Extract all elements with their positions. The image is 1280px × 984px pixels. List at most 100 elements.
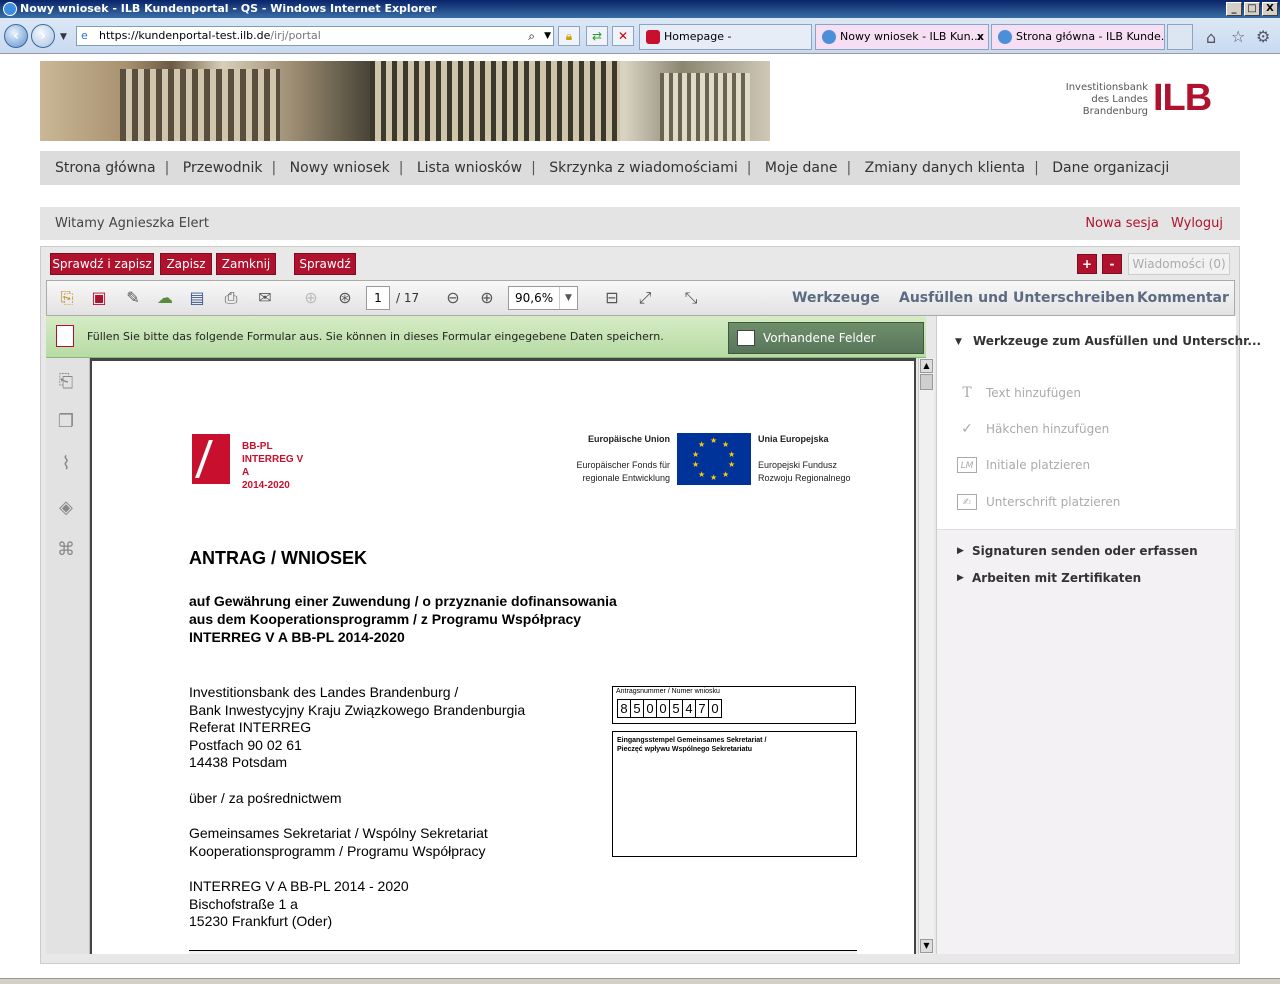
pdf-left-sidebar: ⎗ ❐ ⌇ ◈ ⌘	[46, 358, 90, 954]
nav-skrzynka[interactable]: Skrzynka z wiadomościami	[549, 160, 738, 176]
attachment-icon[interactable]: ⌇	[54, 452, 78, 476]
number-digit[interactable]: 7	[695, 699, 709, 718]
number-digit[interactable]: 5	[669, 699, 683, 718]
back-icon[interactable]: ‹	[4, 24, 28, 48]
close-button[interactable]: Zamknij	[216, 253, 276, 275]
page-thumbnails-icon[interactable]: ⎗	[54, 370, 78, 394]
nav-przewodnik[interactable]: Przewodnik	[183, 160, 263, 176]
compatibility-icon[interactable]: ⇄	[586, 26, 608, 46]
history-dropdown-icon[interactable]: ▼	[60, 32, 67, 42]
check-button[interactable]: Sprawdź	[294, 253, 356, 275]
new-session-link[interactable]: Nowa sesja	[1085, 216, 1159, 231]
ilb-logo[interactable]: ILB	[1153, 78, 1212, 118]
nav-nowy-wniosek[interactable]: Nowy wniosek	[290, 160, 390, 176]
send-signatures-section[interactable]: Signaturen senden oder erfassen	[972, 544, 1198, 558]
nav-strona-glowna[interactable]: Strona główna	[55, 160, 156, 176]
address-dropdown-icon[interactable]: ▼	[544, 27, 551, 45]
number-digit[interactable]: 4	[682, 699, 696, 718]
tab-nowy-wniosek[interactable]: Nowy wniosek - ILB Kun... x	[815, 24, 989, 50]
logout-link[interactable]: Wyloguj	[1171, 216, 1223, 231]
home-icon[interactable]: ⌂	[1206, 28, 1216, 47]
edit-icon[interactable]: ✎	[121, 287, 145, 309]
browser-nav-bar: ‹ › ▼ e https://kundenportal-test.ilb.de…	[0, 18, 1280, 54]
scroll-thumb[interactable]	[920, 374, 933, 390]
expand-triangle-icon[interactable]: ▶	[957, 573, 964, 583]
zoom-in-icon[interactable]: ⊕	[475, 287, 499, 309]
number-digit[interactable]: 0	[656, 699, 670, 718]
eu-de-fund: Europäischer Fonds für regionale Entwick…	[576, 460, 670, 483]
chevron-down-icon[interactable]: ▼	[559, 287, 577, 309]
place-signature-item[interactable]: Unterschrift platzieren	[986, 495, 1120, 509]
page-number-input[interactable]: 1	[366, 286, 390, 310]
tools-pane-button[interactable]: Werkzeuge	[792, 280, 880, 316]
header-banner-image	[40, 61, 770, 141]
scroll-down-icon[interactable]: ▼	[920, 939, 933, 953]
document-title: ANTRAG / WNIOSEK	[189, 548, 367, 568]
form-icon	[56, 325, 74, 347]
collapse-triangle-icon[interactable]: ▼	[955, 337, 962, 347]
number-digit[interactable]: 8	[617, 699, 631, 718]
favorites-star-icon[interactable]: ☆	[1231, 27, 1245, 46]
prev-page-icon[interactable]: ⊕	[299, 287, 323, 309]
forward-icon[interactable]: ›	[31, 24, 55, 48]
create-pdf-icon[interactable]: ▣	[87, 287, 111, 309]
highlight-fields-button[interactable]: Vorhandene Felder markieren	[728, 322, 924, 375]
place-initials-item[interactable]: Initiale platzieren	[986, 458, 1090, 472]
document-scrollbar[interactable]: ▲ ▼	[918, 358, 934, 954]
url-host: https://kundenportal-test.ilb.de	[99, 29, 271, 42]
open-file-icon[interactable]: ⎘	[55, 287, 79, 309]
print-icon[interactable]: ⎙	[219, 287, 243, 309]
number-digit[interactable]: 0	[708, 699, 722, 718]
email-icon[interactable]: ✉	[253, 287, 277, 309]
new-tab-button[interactable]	[1167, 24, 1193, 50]
messages-button[interactable]: Wiadomości (0)	[1128, 253, 1230, 275]
search-icon[interactable]: ⌕	[528, 27, 535, 45]
expand-triangle-icon[interactable]: ▶	[957, 546, 964, 556]
layers-icon[interactable]: ◈	[54, 496, 78, 520]
plus-button[interactable]: +	[1077, 254, 1097, 274]
scroll-up-icon[interactable]: ▲	[920, 359, 933, 373]
main-navigation: Strona główna | Przewodnik | Nowy wniosek |…	[40, 151, 1240, 185]
binoculars-icon[interactable]: ⌘	[54, 538, 78, 562]
nav-lista-wnioskow[interactable]: Lista wniosków	[417, 160, 522, 176]
ilb-favicon-icon	[646, 30, 660, 44]
save-disk-icon[interactable]: ▤	[185, 287, 209, 309]
check-and-save-button[interactable]: Sprawdź i zapisz	[50, 253, 154, 275]
tab-strona-glowna[interactable]: Strona główna - ILB Kunde...	[991, 24, 1165, 50]
application-number-label: Antragsnummer / Numer wniosku	[616, 688, 720, 695]
number-digit[interactable]: 5	[630, 699, 644, 718]
fit-page-icon[interactable]: ⊟	[600, 287, 624, 309]
upload-icon[interactable]: ☁	[153, 287, 177, 309]
minimize-button[interactable]: _	[1226, 2, 1242, 16]
nav-moje-dane[interactable]: Moje dane	[765, 160, 838, 176]
form-info-text: Füllen Sie bitte das folgende Formular a…	[87, 330, 664, 343]
next-page-icon[interactable]: ⊛	[333, 287, 357, 309]
zoom-out-icon[interactable]: ⊖	[441, 287, 465, 309]
zoom-select[interactable]: 90,6% ▼	[508, 286, 578, 310]
add-checkmark-item[interactable]: Häkchen hinzufügen	[986, 422, 1109, 436]
fullscreen-icon[interactable]: ⤡	[679, 287, 703, 309]
gear-icon[interactable]: ⚙	[1256, 27, 1270, 46]
add-text-item[interactable]: Text hinzufügen	[986, 386, 1081, 400]
tab-homepage[interactable]: Homepage -	[639, 24, 812, 50]
comment-pane-button[interactable]: Kommentar	[1137, 280, 1229, 316]
maximize-button[interactable]: □	[1244, 2, 1260, 16]
number-digit[interactable]: 0	[643, 699, 657, 718]
certificates-section[interactable]: Arbeiten mit Zertifikaten	[972, 571, 1141, 585]
fill-sign-pane-button[interactable]: Ausfüllen und Unterschreiben	[899, 280, 1135, 316]
address-bar[interactable]: e https://kundenportal-test.ilb.de/irj/p…	[76, 26, 554, 46]
close-tab-icon[interactable]: x	[977, 25, 984, 49]
close-window-button[interactable]: X	[1262, 2, 1278, 16]
minus-button[interactable]: -	[1102, 254, 1122, 274]
signature-icon: ✍	[957, 494, 977, 510]
copy-pages-icon[interactable]: ❐	[54, 410, 78, 434]
application-number-box: Antragsnummer / Numer wniosku 8 5 0 0 5 …	[612, 686, 856, 724]
panel-header[interactable]: Werkzeuge zum Ausfüllen und Unterschr...	[973, 334, 1261, 348]
recipient-address: Investitionsbank des Landes Brandenburg …	[189, 684, 526, 770]
lock-icon[interactable]: 🔒︎	[558, 26, 580, 46]
fit-width-icon[interactable]: ⤢	[633, 287, 657, 309]
nav-zmiany-danych[interactable]: Zmiany danych klienta	[865, 160, 1025, 176]
stop-icon[interactable]: ✕	[612, 26, 634, 46]
nav-dane-organizacji[interactable]: Dane organizacji	[1052, 160, 1169, 176]
save-button[interactable]: Zapisz	[160, 253, 212, 275]
